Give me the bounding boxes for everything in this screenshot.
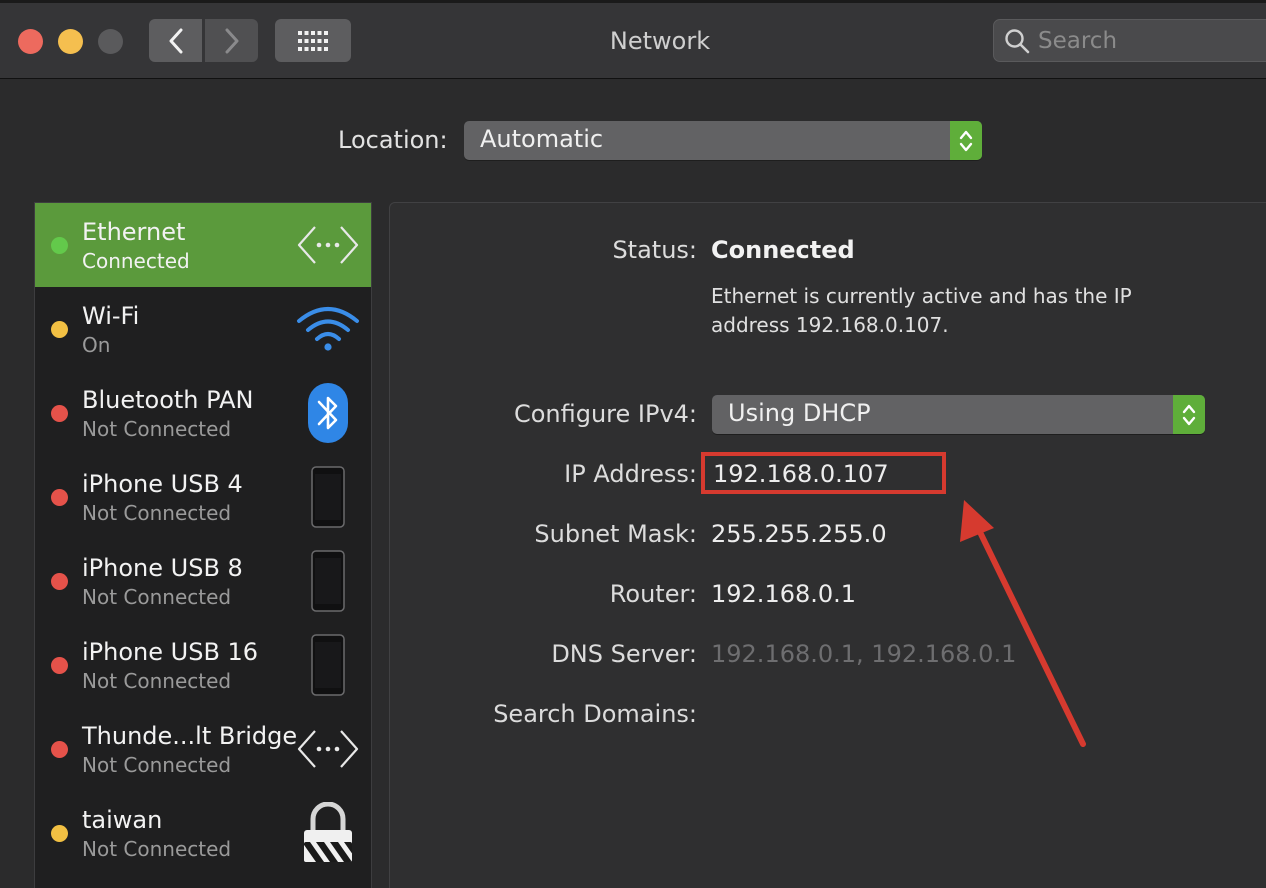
- status-description: Ethernet is currently active and has the…: [711, 284, 1132, 337]
- back-icon: [169, 28, 182, 53]
- configure-ipv4-stepper[interactable]: [1173, 395, 1205, 434]
- status-indicator: [51, 321, 68, 338]
- configure-ipv4-popup[interactable]: Using DHCP: [712, 395, 1205, 434]
- service-item-bluetooth-pan[interactable]: Bluetooth PAN Not Connected: [35, 371, 371, 455]
- chevron-up-down-icon: [1182, 404, 1196, 425]
- service-status: Not Connected: [82, 417, 232, 441]
- window-title: Network: [609, 27, 711, 55]
- service-status: Not Connected: [82, 501, 232, 525]
- service-name: Wi-Fi: [82, 302, 140, 330]
- service-item-iphone-usb-4[interactable]: iPhone USB 4 Not Connected: [35, 455, 371, 539]
- status-value: Connected: [711, 236, 855, 264]
- status-indicator: [51, 573, 68, 590]
- status-indicator: [51, 489, 68, 506]
- router-value: 192.168.0.1: [711, 580, 857, 608]
- service-name: Thunde...lt Bridge: [82, 722, 298, 750]
- grid-icon: [298, 30, 328, 51]
- ethernet-icon: [293, 209, 363, 281]
- service-status: Connected: [82, 249, 190, 273]
- service-name: Ethernet: [82, 218, 186, 246]
- location-label: Location:: [338, 126, 448, 154]
- service-item-ethernet[interactable]: Ethernet Connected: [35, 203, 371, 287]
- location-popup[interactable]: Automatic: [464, 121, 982, 160]
- service-name: iPhone USB 8: [82, 554, 243, 582]
- service-name: iPhone USB 4: [82, 470, 243, 498]
- subnet-mask-value: 255.255.255.0: [711, 520, 887, 548]
- service-item-iphone-usb-8[interactable]: iPhone USB 8 Not Connected: [35, 539, 371, 623]
- service-name: iPhone USB 16: [82, 638, 259, 666]
- location-stepper[interactable]: [950, 121, 982, 160]
- service-item-thunderbolt-bridge[interactable]: Thunde...lt Bridge Not Connected: [35, 707, 371, 791]
- location-value: Automatic: [480, 125, 604, 153]
- iphone-icon: [293, 545, 363, 617]
- zoom-window-button[interactable]: [98, 29, 123, 54]
- bluetooth-icon: [293, 377, 363, 449]
- back-button[interactable]: [149, 19, 202, 62]
- service-item-iphone-usb-16[interactable]: iPhone USB 16 Not Connected: [35, 623, 371, 707]
- wifi-icon: [293, 293, 363, 365]
- lock-icon: [293, 797, 363, 869]
- dns-server-label: DNS Server:: [551, 640, 697, 668]
- service-status: Not Connected: [82, 669, 232, 693]
- service-name: taiwan: [82, 806, 163, 834]
- configure-ipv4-label: Configure IPv4:: [513, 400, 697, 428]
- search-field[interactable]: [993, 19, 1266, 62]
- service-item-taiwan[interactable]: taiwan Not Connected: [35, 791, 371, 875]
- minimize-window-button[interactable]: [58, 29, 83, 54]
- status-indicator: [51, 741, 68, 758]
- router-label: Router:: [609, 580, 697, 608]
- status-indicator: [51, 657, 68, 674]
- forward-icon: [225, 28, 238, 53]
- chevron-up-down-icon: [959, 130, 973, 151]
- status-indicator: [51, 237, 68, 254]
- service-name: Bluetooth PAN: [82, 386, 254, 414]
- network-service-list: Ethernet Connected Wi-Fi On Bluetooth PA…: [34, 202, 372, 888]
- dns-server-value: 192.168.0.1, 192.168.0.1: [711, 640, 1017, 668]
- top-edge: [0, 0, 1266, 3]
- status-indicator: [51, 825, 68, 842]
- ip-highlight-box: [701, 452, 946, 494]
- close-window-button[interactable]: [18, 29, 43, 54]
- ethernet-icon: [293, 713, 363, 785]
- status-indicator: [51, 405, 68, 422]
- window-toolbar: Network: [0, 0, 1266, 79]
- forward-button[interactable]: [205, 19, 258, 62]
- subnet-mask-label: Subnet Mask:: [534, 520, 697, 548]
- show-all-button[interactable]: [275, 19, 351, 62]
- search-domains-label: Search Domains:: [493, 700, 697, 728]
- status-label: Status:: [612, 236, 697, 264]
- service-status: On: [82, 333, 111, 357]
- iphone-icon: [293, 629, 363, 701]
- ip-address-label: IP Address:: [564, 460, 697, 488]
- service-item-wifi[interactable]: Wi-Fi On: [35, 287, 371, 371]
- service-status: Not Connected: [82, 585, 232, 609]
- search-input[interactable]: [1038, 25, 1258, 57]
- configure-ipv4-value: Using DHCP: [728, 399, 871, 427]
- search-icon: [1005, 29, 1030, 54]
- iphone-icon: [293, 461, 363, 533]
- service-status: Not Connected: [82, 837, 232, 861]
- service-status: Not Connected: [82, 753, 232, 777]
